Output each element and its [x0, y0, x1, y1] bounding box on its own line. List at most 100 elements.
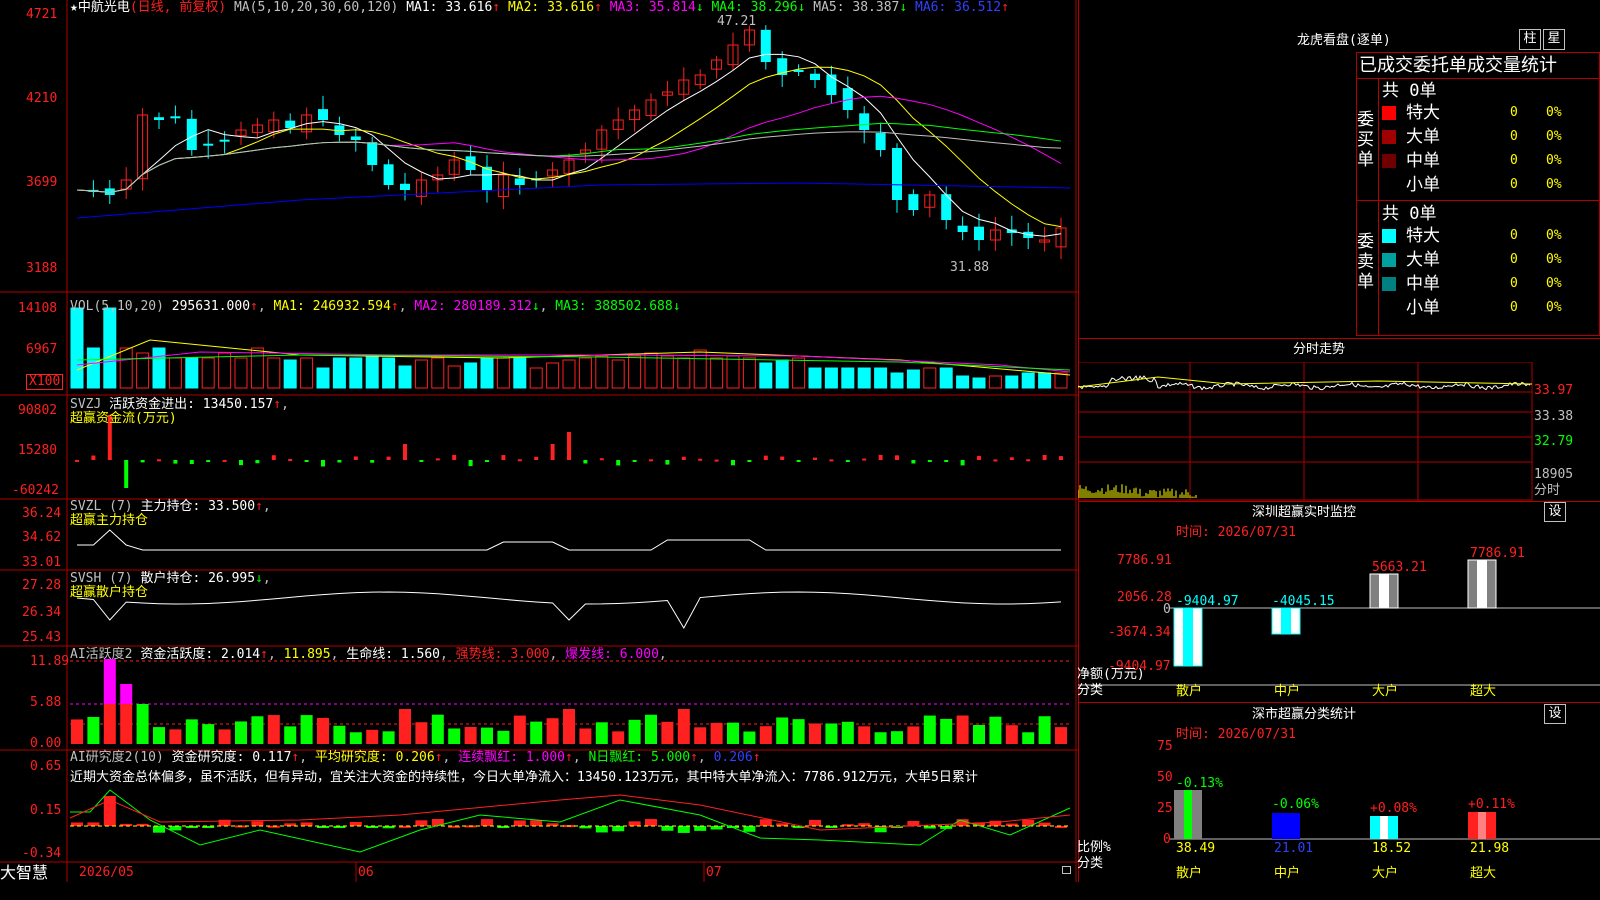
stats-tick-3: 25 — [1157, 801, 1173, 816]
activity-bar — [399, 709, 411, 744]
research-bar — [595, 826, 608, 833]
monitor-settings-button[interactable]: 设 — [1544, 502, 1566, 522]
flow-bar — [763, 455, 768, 460]
candle-down — [957, 225, 968, 232]
ai2-tick-2: 0.15 — [30, 803, 62, 818]
ai2-header: AI研究度2(10) 资金研究度: 0.117↑, 平均研究度: 0.206↑,… — [70, 750, 761, 765]
stats-bar-highlight — [1184, 790, 1192, 839]
flow-bar — [288, 459, 293, 462]
flow-bar — [501, 455, 506, 460]
star-icon[interactable]: ★ — [70, 0, 78, 15]
intraday-chart[interactable] — [1078, 362, 1600, 502]
stock-name[interactable]: 中航光电 — [78, 0, 130, 15]
volume-bar — [611, 359, 625, 389]
volume-bar — [775, 359, 789, 389]
activity-bar — [809, 723, 821, 744]
monitor-bar-highlight — [1183, 608, 1193, 666]
price-tick-4: 3188 — [26, 261, 58, 276]
vol-tick-2: 6967 — [26, 342, 58, 357]
monitor-tick-3: 0 — [1163, 602, 1171, 617]
candle-down — [318, 109, 328, 120]
monitor-ylabel: 净额(万元) — [1077, 667, 1145, 682]
volume-bar — [185, 357, 199, 389]
sell-row-label: 特大 — [1406, 226, 1440, 246]
volume-bar — [70, 307, 84, 389]
volume-bar — [546, 362, 560, 389]
flow-bar — [124, 460, 129, 488]
stats-settings-button[interactable]: 设 — [1544, 704, 1566, 724]
activity-bar — [825, 723, 838, 744]
volume-bar — [742, 357, 756, 389]
vol-unit-button[interactable]: X100 — [26, 374, 64, 390]
research-bar — [628, 821, 641, 826]
flow-bar — [255, 460, 260, 464]
volume-bar — [792, 357, 806, 389]
activity-bar — [87, 716, 100, 744]
stats-value-4: 21.98 — [1470, 841, 1510, 856]
volume-bar — [988, 375, 1002, 389]
flow-bar — [435, 458, 440, 461]
activity-bar — [776, 717, 789, 744]
price-tick-2: 4210 — [26, 91, 58, 106]
activity-bar — [366, 729, 379, 744]
activity-bar — [464, 726, 477, 744]
lock-icon[interactable] — [1062, 866, 1071, 874]
flow-bar — [616, 460, 621, 466]
sell-side-label: 委卖单 — [1357, 232, 1374, 292]
activity-bar — [563, 709, 575, 744]
flow-bar — [517, 459, 522, 462]
volume-bar — [677, 357, 691, 389]
volume-bar — [595, 355, 609, 389]
activity-bar — [185, 719, 198, 744]
research-bar — [87, 822, 100, 826]
ai2-message: 近期大资金总体偏多，虽不活跃，但有异动，宜关注大资金的持续性，今日大单净流入：1… — [70, 770, 978, 785]
monitor-value-2: -4045.15 — [1272, 594, 1335, 609]
chart-mode[interactable]: (日线, 前复权) — [130, 0, 226, 15]
research-bar — [251, 821, 264, 826]
volume-bar — [267, 357, 281, 389]
monitor-value-3: 5663.21 — [1372, 560, 1427, 575]
svsh-subtitle: 超赢散户持仓 — [70, 585, 149, 600]
buy-row-count: 0 — [1510, 105, 1518, 120]
activity-bar — [1055, 727, 1067, 744]
monitor-time: 时间: 2026/07/31 — [1176, 525, 1296, 540]
star-view-button[interactable]: 星 — [1543, 29, 1565, 50]
activity-bar — [973, 725, 985, 744]
candle-down — [859, 113, 870, 130]
stats-value-3: 18.52 — [1372, 841, 1412, 856]
buy-total: 共 0单 — [1382, 81, 1437, 101]
flow-bar — [681, 456, 686, 460]
sell-row-percent: 0% — [1546, 252, 1562, 267]
stats-cat-2: 中户 — [1274, 866, 1301, 881]
volume-bar — [398, 365, 412, 389]
activity-bar — [202, 724, 215, 744]
intraday-tick-3: 32.79 — [1534, 434, 1574, 449]
brand-logo[interactable]: 大智慧 — [0, 864, 48, 882]
flow-bar — [813, 457, 817, 460]
activity-bar — [1022, 732, 1035, 744]
activity-bar — [169, 729, 182, 744]
activity-bar-burst — [103, 659, 116, 704]
activity-bar — [940, 718, 953, 744]
research-bar — [71, 822, 83, 826]
volume-bar — [726, 355, 740, 389]
intraday-tick-4: 18905 — [1534, 467, 1574, 482]
buy-side-label: 委买单 — [1357, 110, 1374, 170]
candle-down — [908, 194, 919, 210]
stats-bar-highlight — [1282, 813, 1290, 839]
research-bar — [743, 826, 756, 832]
flow-bar — [567, 432, 571, 460]
flow-bar — [91, 455, 96, 460]
research-bar — [989, 820, 1002, 826]
buy-row-label: 中单 — [1406, 151, 1440, 171]
retail-position-line — [76, 591, 1062, 630]
flow-bar — [386, 456, 391, 460]
bar-view-button[interactable]: 柱 — [1519, 29, 1541, 50]
flow-bar — [239, 460, 243, 466]
activity-bar — [431, 714, 444, 744]
volume-bar — [808, 367, 822, 389]
flow-bar — [632, 460, 637, 462]
activity-bar-burst — [120, 684, 133, 704]
monitor-cat-2: 中户 — [1274, 684, 1301, 699]
volume-bar — [168, 357, 182, 389]
